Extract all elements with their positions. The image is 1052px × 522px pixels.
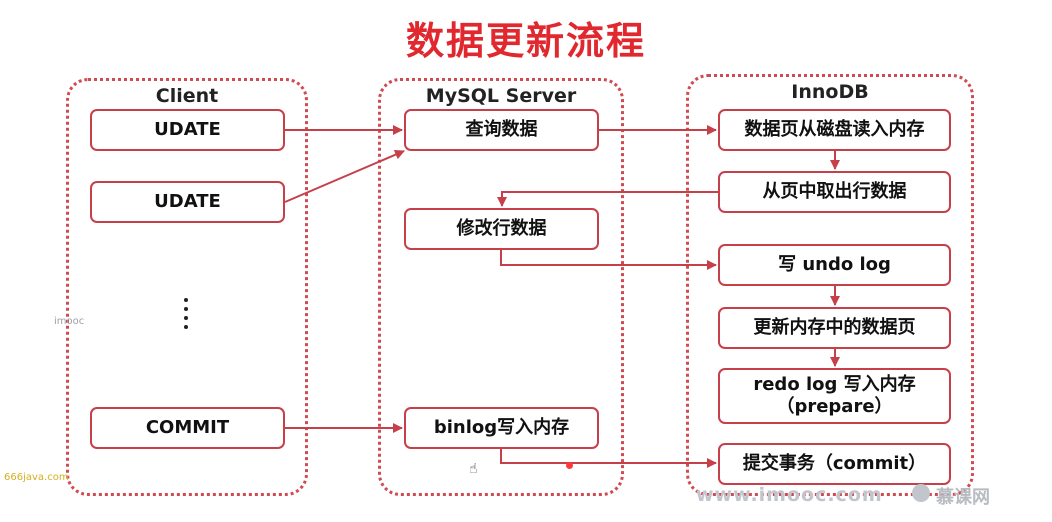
brand-icon [912,484,930,502]
mouse-cursor-icon: ☝ [469,461,478,477]
pointer-dot [566,462,573,469]
innodb-commit-box: 提交事务（commit） [718,443,951,485]
arrow-udate2-to-query [284,149,405,203]
watermark-left: imooc [54,316,85,327]
innodb-redo-box: redo log 写入内存 （prepare） [718,368,951,424]
innodb-fetch-row-box: 从页中取出行数据 [718,171,951,213]
server-binlog-box: binlog写入内存 [404,407,599,449]
arrow-fetch-row-to-modify [497,191,718,207]
server-modify-box: 修改行数据 [404,208,599,250]
innodb-undo-box: 写 undo log [718,244,951,286]
redo-line-1: redo log 写入内存 [753,373,916,395]
client-udate-box-1: UDATE [90,109,285,151]
watermark-site: www.imooc.com [696,484,883,506]
watermark-bottom-left: 666java.com [4,472,69,483]
ellipsis-dots [184,298,188,338]
watermark-brand: 慕课网 [936,487,990,508]
arrow-binlog-to-commit-tx [500,448,717,468]
innodb-load-page-box: 数据页从磁盘读入内存 [718,109,951,151]
innodb-update-page-box: 更新内存中的数据页 [718,307,951,349]
redo-line-2: （prepare） [776,396,893,417]
arrow-modify-to-undo [500,250,717,270]
server-query-box: 查询数据 [404,109,599,151]
client-udate-box-2: UDATE [90,181,285,223]
client-commit-box: COMMIT [90,407,285,449]
